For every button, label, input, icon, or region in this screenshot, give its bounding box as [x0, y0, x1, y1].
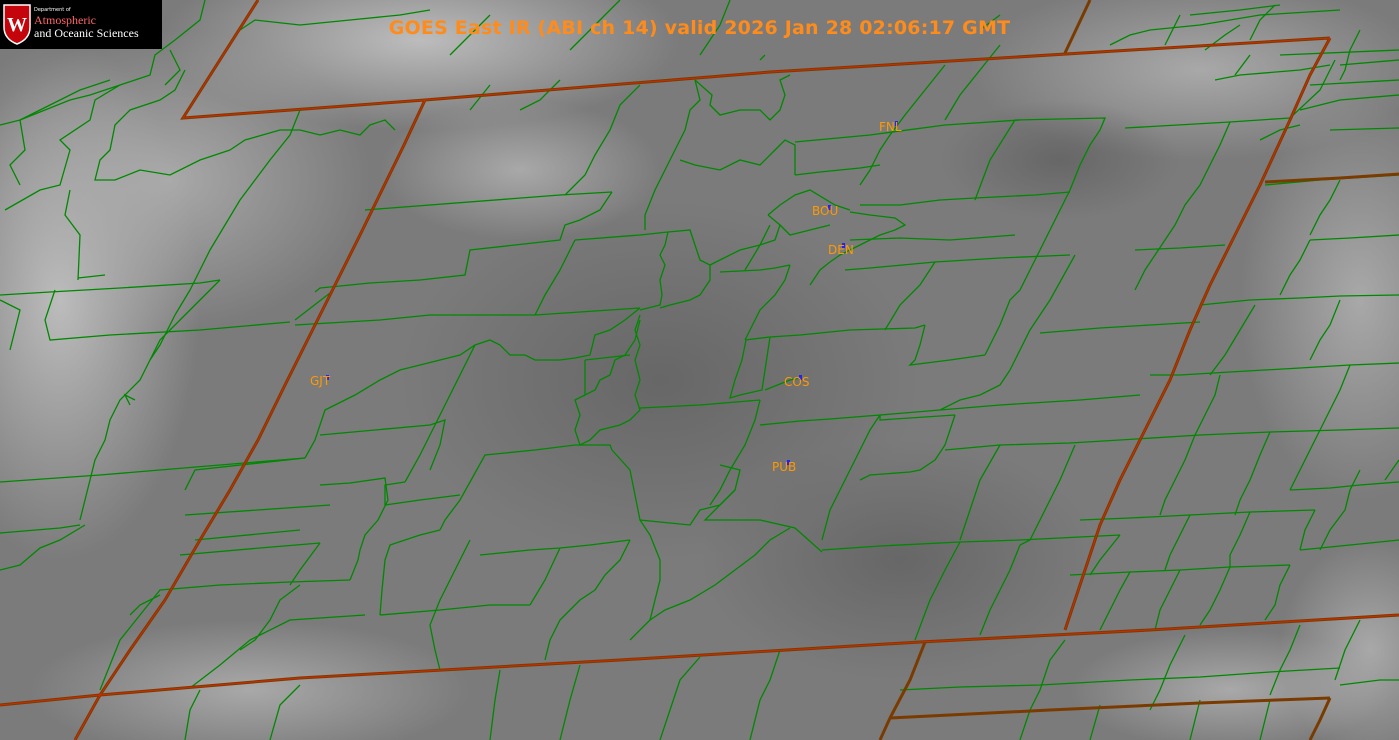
- station-label-bou: BOU: [812, 204, 839, 218]
- station-label-gjt: GJT: [310, 374, 331, 388]
- station-label-pub: PUB: [772, 460, 797, 474]
- station-label-den: DEN: [828, 243, 854, 257]
- aos-logo[interactable]: W Department of Atmospheric and Oceanic …: [0, 0, 162, 49]
- uw-seal-icon: W: [3, 4, 31, 45]
- ir-imagery-canvas: [0, 0, 1399, 740]
- satellite-map: FNL BOU DEN GJT COS PUB GOES East IR (AB…: [0, 0, 1399, 740]
- logo-line-2: and Oceanic Sciences: [34, 26, 139, 40]
- station-label-cos: COS: [784, 375, 810, 389]
- svg-text:W: W: [7, 14, 27, 36]
- logo-line-1: Atmospheric: [34, 13, 96, 27]
- station-label-fnl: FNL: [879, 120, 902, 134]
- image-title: GOES East IR (ABI ch 14) valid 2026 Jan …: [388, 17, 1011, 39]
